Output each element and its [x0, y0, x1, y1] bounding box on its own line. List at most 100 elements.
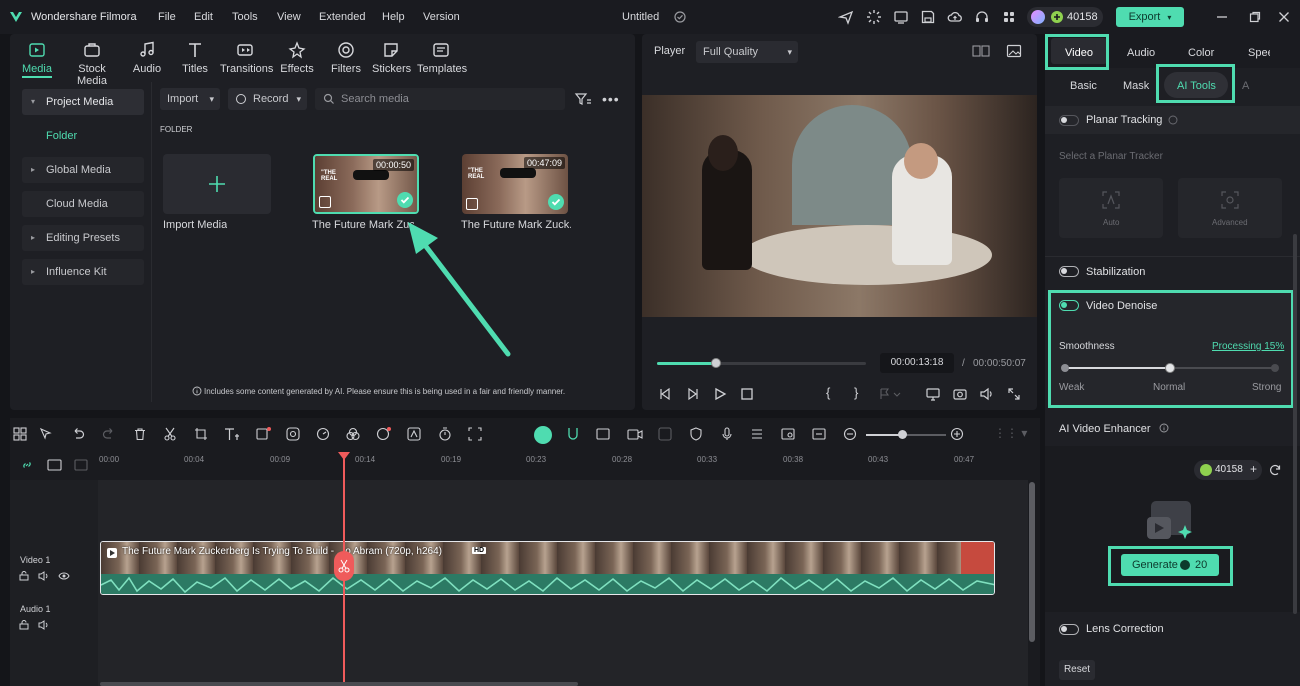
ai-tool-icon[interactable]	[376, 427, 392, 441]
monitor-icon[interactable]	[893, 9, 909, 25]
credits-badge[interactable]: 40158	[1027, 7, 1103, 27]
import-media-tile[interactable]	[163, 154, 271, 214]
lock-icon[interactable]	[19, 620, 29, 630]
mark-out-icon[interactable]: }	[854, 385, 858, 400]
send-icon[interactable]	[838, 9, 854, 25]
mark-in-icon[interactable]: {	[826, 385, 830, 400]
speaker-icon[interactable]	[38, 571, 50, 581]
headset-icon[interactable]	[974, 9, 990, 25]
track-manager-icon[interactable]	[74, 458, 88, 472]
tracker-advanced-tile[interactable]: Advanced	[1178, 178, 1282, 238]
cloud-upload-icon[interactable]	[947, 9, 963, 25]
zoom-slider-track[interactable]	[866, 430, 946, 439]
tab-color[interactable]: Color	[1188, 47, 1214, 59]
tab-speed[interactable]: Speed	[1248, 47, 1270, 59]
previous-frame-icon[interactable]	[658, 387, 672, 401]
fit-timeline-icon[interactable]	[812, 427, 826, 441]
media-thumbnail[interactable]: "THE REAL 00:47:09	[462, 154, 568, 214]
menu-file[interactable]: File	[158, 11, 176, 23]
tab-stickers[interactable]: Stickers	[372, 41, 411, 75]
microphone-icon[interactable]	[720, 427, 734, 441]
marker-tool-icon[interactable]	[658, 427, 672, 441]
reset-button[interactable]: Reset	[1059, 660, 1095, 680]
menu-version[interactable]: Version	[423, 11, 460, 23]
volume-icon[interactable]	[979, 386, 995, 402]
subtab-mask[interactable]: Mask	[1123, 80, 1149, 92]
tab-titles[interactable]: Titles	[177, 41, 213, 75]
effects-tool-icon[interactable]	[286, 427, 300, 441]
split-scissors-icon[interactable]	[163, 427, 177, 441]
timeline-vertical-scrollbar[interactable]	[1029, 482, 1035, 642]
minimize-icon[interactable]	[1214, 9, 1230, 25]
add-credits-icon[interactable]: +	[1250, 462, 1257, 476]
tab-filters[interactable]: Filters	[328, 41, 364, 75]
snap-toggle-icon[interactable]	[534, 426, 552, 444]
stabilization-toggle[interactable]	[1059, 266, 1079, 277]
play-reverse-icon[interactable]	[686, 387, 700, 401]
undo-icon[interactable]	[71, 427, 85, 441]
maximize-icon[interactable]	[1247, 9, 1263, 25]
menu-view[interactable]: View	[277, 11, 301, 23]
layout-icon[interactable]	[13, 427, 27, 441]
timeline-horizontal-scrollbar[interactable]	[100, 682, 578, 686]
playback-progress-track[interactable]	[657, 358, 866, 368]
camera-snapshot-icon[interactable]	[952, 386, 968, 402]
stop-icon[interactable]	[740, 387, 754, 401]
sidebar-item-global-media[interactable]: ▸ Global Media	[22, 157, 144, 183]
menu-tools[interactable]: Tools	[232, 11, 258, 23]
tab-audio[interactable]: Audio	[1127, 47, 1155, 59]
frame-capture-icon[interactable]	[468, 427, 482, 441]
zoom-slider-knob[interactable]	[898, 430, 907, 439]
subtab-basic[interactable]: Basic	[1070, 80, 1097, 92]
play-icon[interactable]	[713, 387, 727, 401]
help-icon[interactable]	[1168, 115, 1178, 125]
sidebar-item-editing-presets[interactable]: ▸ Editing Presets	[22, 225, 144, 251]
display-settings-icon[interactable]	[925, 386, 941, 402]
tab-transitions[interactable]: Transitions	[220, 41, 273, 75]
shield-icon[interactable]	[689, 427, 703, 441]
zoom-out-icon[interactable]	[843, 427, 857, 441]
quality-dropdown[interactable]: Full Quality ▾	[696, 41, 798, 63]
enhancer-credits-badge[interactable]: 40158 +	[1194, 460, 1262, 480]
eye-icon[interactable]	[58, 571, 70, 581]
select-tool-icon[interactable]	[39, 427, 53, 441]
avatar[interactable]	[1031, 10, 1045, 24]
lock-icon[interactable]	[19, 571, 29, 581]
marker-icon[interactable]	[878, 387, 902, 401]
snapshot-image-icon[interactable]	[1006, 43, 1022, 59]
redo-icon[interactable]	[102, 427, 116, 441]
add-track-icon[interactable]	[47, 458, 63, 472]
speaker-icon[interactable]	[38, 620, 50, 630]
filter-sort-icon[interactable]	[574, 91, 592, 107]
close-icon[interactable]	[1276, 9, 1292, 25]
search-input[interactable]: Search media	[315, 88, 565, 110]
timeline-options-icon[interactable]: ⋮⋮ ▾	[994, 426, 1027, 440]
tab-templates[interactable]: Templates	[417, 41, 467, 75]
video-preview[interactable]	[642, 95, 1037, 317]
save-icon[interactable]	[920, 9, 936, 25]
crop-icon[interactable]	[194, 427, 208, 441]
sidebar-item-folder[interactable]: Folder	[22, 123, 144, 149]
sidebar-item-influence-kit[interactable]: ▸ Influence Kit	[22, 259, 144, 285]
motion-track-icon[interactable]	[407, 427, 421, 441]
lens-correction-toggle[interactable]	[1059, 624, 1079, 635]
color-icon[interactable]	[346, 427, 360, 441]
refresh-icon[interactable]	[1268, 463, 1282, 477]
mask-shape-icon[interactable]	[256, 427, 272, 441]
tab-effects[interactable]: Effects	[278, 41, 316, 75]
timer-icon[interactable]	[438, 427, 452, 441]
menu-extended[interactable]: Extended	[319, 11, 365, 23]
tab-audio[interactable]: Audio	[129, 41, 165, 75]
menu-edit[interactable]: Edit	[194, 11, 213, 23]
planar-tracking-toggle[interactable]	[1059, 115, 1079, 126]
more-options-icon[interactable]: •••	[602, 91, 620, 107]
camera-record-icon[interactable]	[627, 427, 643, 441]
audio-mixer-icon[interactable]	[750, 427, 764, 441]
media-thumbnail[interactable]: "THE REAL 00:00:50	[313, 154, 419, 214]
sidebar-item-cloud-media[interactable]: Cloud Media	[22, 191, 144, 217]
tab-media[interactable]: Media	[22, 41, 52, 75]
speed-icon[interactable]	[316, 427, 330, 441]
record-dropdown[interactable]: Record ▾	[228, 88, 307, 110]
subtab-more[interactable]: A	[1242, 80, 1249, 92]
menu-help[interactable]: Help	[382, 11, 405, 23]
